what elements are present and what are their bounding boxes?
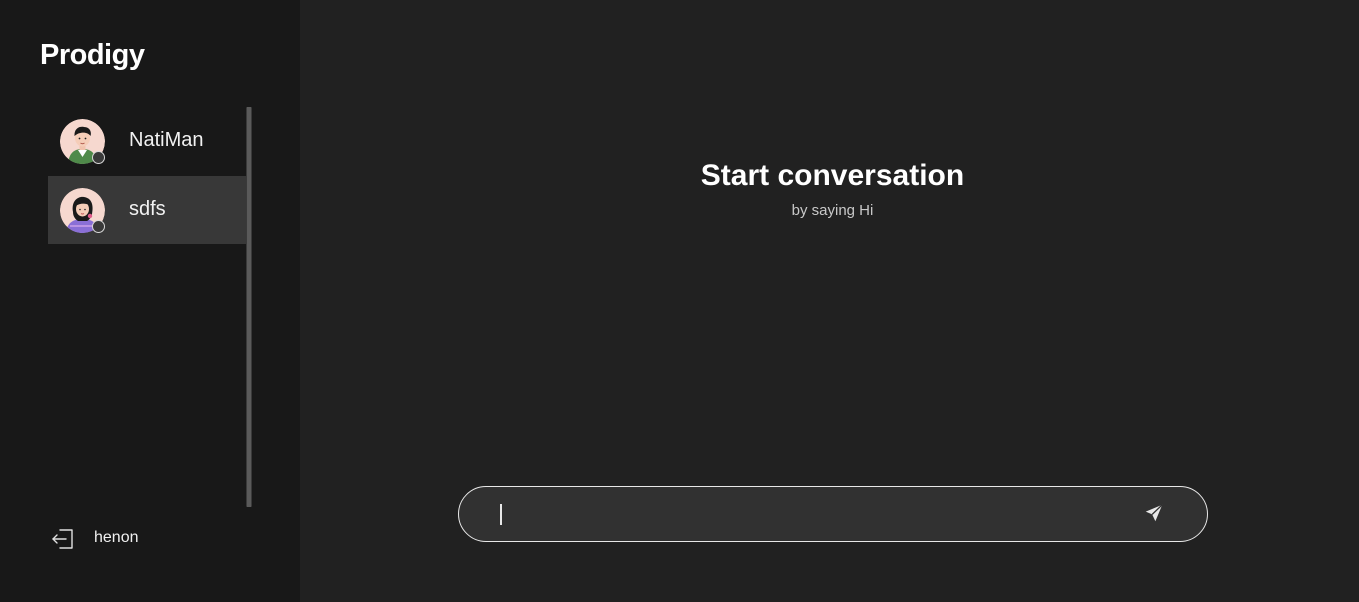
status-indicator — [92, 220, 105, 233]
contact-list: NatiMan sdfs — [48, 107, 247, 507]
brand-title: Prodigy — [40, 39, 145, 71]
logout-icon — [50, 526, 76, 552]
account-username: henon — [94, 529, 139, 546]
message-input[interactable] — [497, 499, 1117, 529]
scrollbar-thumb[interactable] — [247, 107, 251, 507]
sidebar: Prodigy NatiMan sdfs henon — [0, 0, 300, 602]
chat-panel: Start conversation by saying Hi — [300, 0, 1359, 602]
contact-item-natiman[interactable]: NatiMan — [48, 107, 247, 175]
empty-state-title: Start conversation — [700, 159, 965, 192]
send-button[interactable] — [1139, 500, 1169, 530]
logout-button[interactable]: henon — [50, 526, 210, 552]
status-indicator — [92, 151, 105, 164]
send-icon — [1143, 502, 1165, 529]
contact-name: NatiMan — [129, 129, 204, 151]
contact-list-scrollbar[interactable] — [246, 107, 252, 507]
message-composer — [458, 486, 1208, 542]
contact-item-sdfs[interactable]: sdfs — [48, 176, 247, 244]
text-caret — [500, 504, 502, 525]
empty-state-subtitle: by saying Hi — [791, 202, 874, 219]
contact-name: sdfs — [129, 198, 166, 220]
